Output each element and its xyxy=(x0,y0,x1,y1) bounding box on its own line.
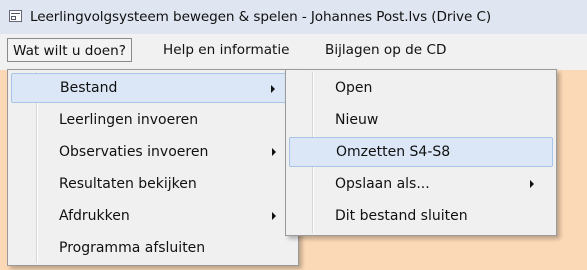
menu-bar: Wat wilt u doen? Help en informatie Bijl… xyxy=(0,34,587,70)
title-bar: Leerlingvolgsysteem bewegen & spelen - J… xyxy=(0,0,587,34)
menu-item-observaties-invoeren[interactable]: Observaties invoeren xyxy=(11,137,295,167)
submenu-item-dit-bestand-sluiten[interactable]: Dit bestand sluiten xyxy=(289,201,553,231)
submenu-item-nieuw[interactable]: Nieuw xyxy=(289,105,553,135)
window-title: Leerlingvolgsysteem bewegen & spelen - J… xyxy=(30,9,492,25)
app-icon[interactable] xyxy=(9,10,22,22)
submenu-item-omzetten-s4-s8[interactable]: Omzetten S4-S8 xyxy=(289,137,553,167)
menu-item-label: Dit bestand sluiten xyxy=(335,208,468,224)
menu-item-label: Opslaan als... xyxy=(335,176,430,192)
menu-item-label: Nieuw xyxy=(335,112,379,128)
menu-item-label: Open xyxy=(335,80,373,96)
menu-item-label: Leerlingen invoeren xyxy=(59,112,199,128)
menu-item-resultaten-bekijken[interactable]: Resultaten bekijken xyxy=(11,169,295,199)
submenu-item-opslaan-als[interactable]: Opslaan als... xyxy=(289,169,553,199)
submenu-arrow-icon xyxy=(530,180,534,188)
submenu-item-open[interactable]: Open xyxy=(289,73,553,103)
menu-item-label: Resultaten bekijken xyxy=(59,176,197,192)
menu-item-label: Afdrukken xyxy=(59,208,130,224)
menu-item-afdrukken[interactable]: Afdrukken xyxy=(11,201,295,231)
menu-help-en-informatie[interactable]: Help en informatie xyxy=(163,42,290,58)
main-dropdown-menu: Bestand Leerlingen invoeren Observaties … xyxy=(7,69,299,266)
menu-item-leerlingen-invoeren[interactable]: Leerlingen invoeren xyxy=(11,105,295,135)
menu-item-label: Programma afsluiten xyxy=(59,240,206,256)
menu-wat-wilt-u-doen[interactable]: Wat wilt u doen? xyxy=(7,38,132,62)
menu-bijlagen-op-de-cd[interactable]: Bijlagen op de CD xyxy=(325,42,446,58)
menu-item-programma-afsluiten[interactable]: Programma afsluiten xyxy=(11,233,295,263)
menu-item-label: Bestand xyxy=(60,80,118,96)
submenu-arrow-icon xyxy=(272,212,276,220)
menu-item-bestand[interactable]: Bestand xyxy=(11,73,295,103)
menu-item-label: Observaties invoeren xyxy=(59,144,209,160)
bestand-submenu: Open Nieuw Omzetten S4-S8 Opslaan als...… xyxy=(285,69,557,236)
submenu-arrow-icon xyxy=(272,148,276,156)
menu-item-label: Omzetten S4-S8 xyxy=(336,144,451,160)
submenu-arrow-icon xyxy=(271,85,275,93)
